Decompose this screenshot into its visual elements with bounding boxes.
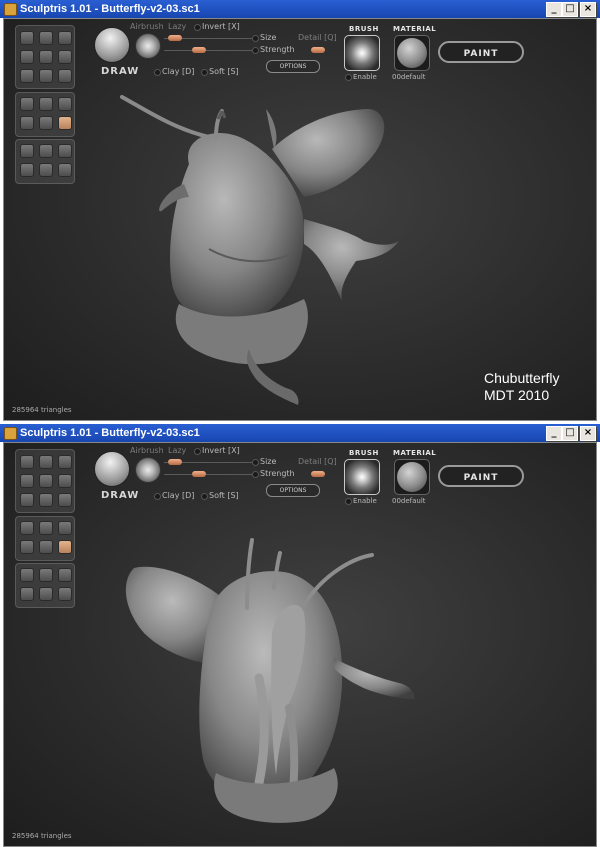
sculpt-model-front[interactable]: [4, 19, 597, 421]
minimize-button[interactable]: _: [546, 426, 562, 441]
title-bar[interactable]: Sculptris 1.01 - Butterfly-v2-03.sc1 _ □…: [0, 424, 600, 442]
triangle-count: 285964 triangles: [12, 832, 72, 840]
maximize-button[interactable]: □: [562, 426, 578, 441]
sculptris-window-top: Sculptris 1.01 - Butterfly-v2-03.sc1 _ □…: [0, 0, 600, 423]
viewport[interactable]: DRAW Airbrush Lazy Invert [X] Size Detai…: [3, 18, 597, 421]
title-bar[interactable]: Sculptris 1.01 - Butterfly-v2-03.sc1 _ □…: [0, 0, 600, 18]
caption-line-2: MDT 2010: [484, 387, 550, 403]
app-icon: [4, 427, 17, 440]
window-title: Sculptris 1.01 - Butterfly-v2-03.sc1: [20, 427, 200, 439]
close-button[interactable]: ×: [580, 426, 596, 441]
viewport[interactable]: DRAW Airbrush Lazy Invert [X] Size Detai…: [3, 442, 597, 847]
app-icon: [4, 3, 17, 16]
sculpt-model-back[interactable]: [4, 443, 597, 847]
maximize-button[interactable]: □: [562, 2, 578, 17]
triangle-count: 285964 triangles: [12, 406, 72, 414]
caption-line-1: Chubutterfly: [484, 370, 560, 386]
sculptris-window-bottom: Sculptris 1.01 - Butterfly-v2-03.sc1 _ □…: [0, 424, 600, 847]
window-title: Sculptris 1.01 - Butterfly-v2-03.sc1: [20, 3, 200, 15]
close-button[interactable]: ×: [580, 2, 596, 17]
minimize-button[interactable]: _: [546, 2, 562, 17]
